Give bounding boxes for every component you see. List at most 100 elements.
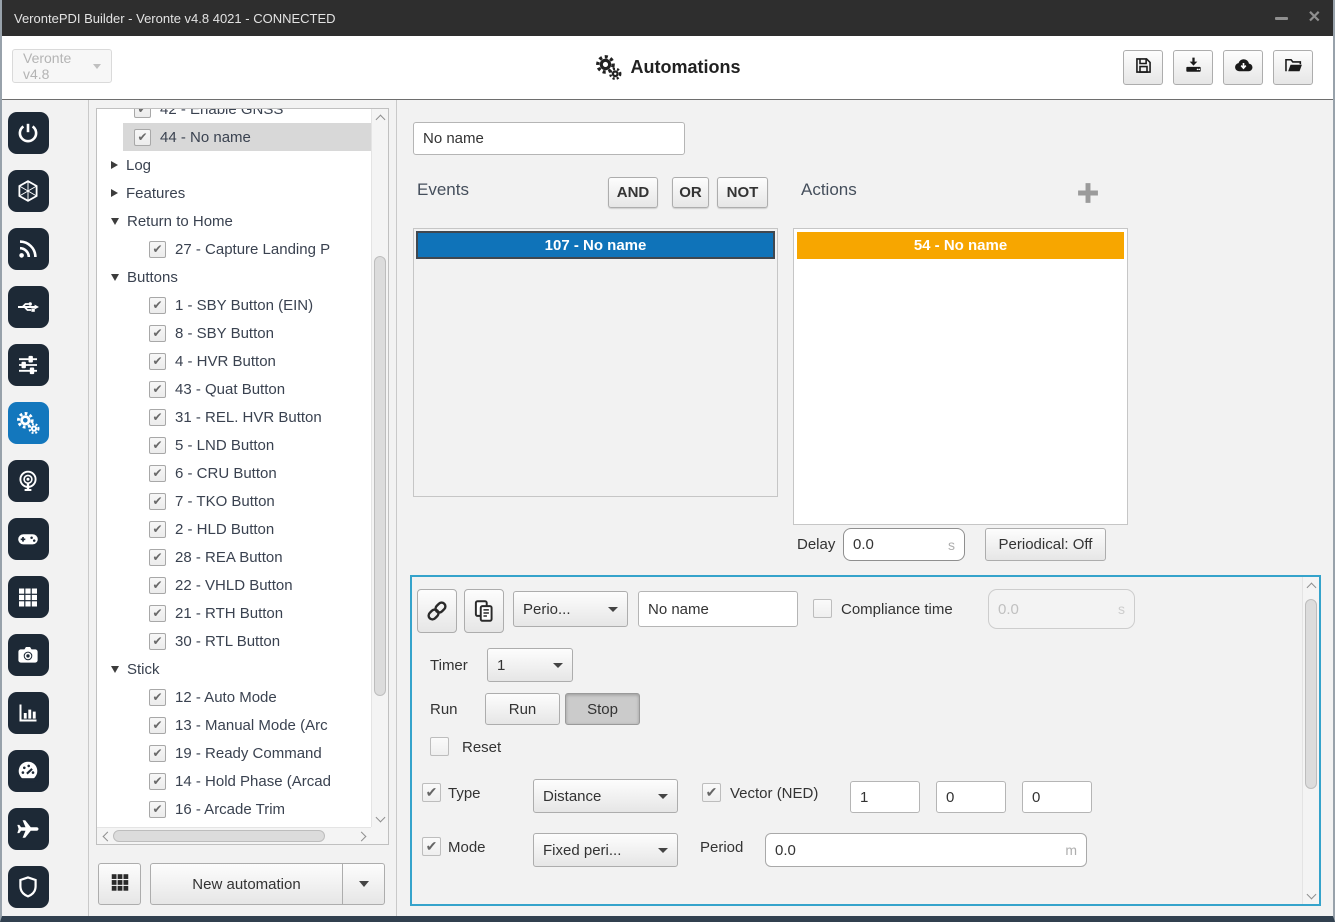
scroll-right-button[interactable] <box>354 828 371 845</box>
tree-item[interactable]: ✔ 42 - Enable GNSS <box>97 109 371 123</box>
vector-ned-input-1[interactable] <box>936 781 1006 813</box>
sidebar-item-gauge[interactable] <box>7 750 49 792</box>
sidebar-item-sliders[interactable] <box>7 344 49 386</box>
sidebar-item-plane[interactable] <box>7 808 49 850</box>
compliance-time-checkbox[interactable] <box>813 599 832 618</box>
scroll-up-button[interactable] <box>1303 577 1320 594</box>
delay-value-input[interactable] <box>853 536 944 553</box>
checkbox[interactable]: ✔ <box>149 408 166 426</box>
checkbox[interactable]: ✔ <box>149 380 166 398</box>
and-operator-button[interactable]: AND <box>608 177 658 208</box>
expand-arrow-icon[interactable] <box>111 161 118 169</box>
checkbox[interactable]: ✔ <box>149 604 166 622</box>
checkbox[interactable]: ✔ <box>149 772 166 790</box>
tree-item[interactable]: ✔ 22 - VHLD Button <box>97 571 371 599</box>
reset-checkbox[interactable] <box>430 737 449 756</box>
vector-ned-input-2[interactable] <box>1022 781 1092 813</box>
tree-item[interactable]: ✔ 4 - HVR Button <box>97 347 371 375</box>
tree-item[interactable]: ✔ 1 - SBY Button (EIN) <box>97 291 371 319</box>
sidebar-item-power[interactable] <box>7 112 49 154</box>
checkbox[interactable]: ✔ <box>149 632 166 650</box>
scrollbar-thumb[interactable] <box>113 830 325 842</box>
tree-item[interactable]: ✔ 27 - Capture Landing P <box>97 235 371 263</box>
checkbox[interactable]: ✔ <box>149 464 166 482</box>
sidebar-item-automations-gears[interactable] <box>7 402 49 444</box>
tree-item[interactable]: ✔ 16 - Arcade Trim <box>97 795 371 823</box>
tree-item[interactable]: ✔ 2 - HLD Button <box>97 515 371 543</box>
new-automation-button[interactable]: New automation <box>150 863 343 905</box>
scroll-down-button[interactable] <box>1303 887 1320 904</box>
tree-item[interactable]: ✔ 6 - CRU Button <box>97 459 371 487</box>
checkbox[interactable]: ✔ <box>149 800 166 818</box>
tree-item[interactable]: ✔ 14 - Hold Phase (Arcad <box>97 767 371 795</box>
checkbox[interactable]: ✔ <box>149 352 166 370</box>
save-button[interactable] <box>1123 50 1163 85</box>
checkbox[interactable]: ✔ <box>149 240 166 258</box>
or-operator-button[interactable]: OR <box>672 177 709 208</box>
sidebar-item-camera[interactable] <box>7 634 49 676</box>
checkbox[interactable]: ✔ <box>149 744 166 762</box>
tree-group-return-to-home[interactable]: Return to Home <box>97 207 371 235</box>
sidebar-item-usb[interactable] <box>7 286 49 328</box>
checkbox[interactable]: ✔ <box>149 576 166 594</box>
sidebar-item-chart[interactable] <box>7 692 49 734</box>
tree-group-buttons[interactable]: Buttons <box>97 263 371 291</box>
vertical-scrollbar[interactable] <box>371 109 388 827</box>
stop-button[interactable]: Stop <box>565 693 640 725</box>
scroll-left-button[interactable] <box>97 828 114 845</box>
tree-item[interactable]: ✔ 44 - No name <box>97 123 371 151</box>
tree-item[interactable]: ✔ 19 - Ready Command <box>97 739 371 767</box>
open-folder-button[interactable] <box>1273 50 1313 85</box>
tree-item[interactable]: ✔ 7 - TKO Button <box>97 487 371 515</box>
device-selector[interactable]: Veronte v4.8 <box>12 49 112 83</box>
horizontal-scrollbar[interactable] <box>97 827 371 844</box>
event-item[interactable]: 107 - No name <box>416 231 775 259</box>
link-action-button[interactable] <box>417 589 457 633</box>
sidebar-item-gamepad[interactable] <box>7 518 49 560</box>
scroll-up-button[interactable] <box>372 109 389 126</box>
editor-scrollbar[interactable] <box>1302 577 1319 904</box>
vector-ned-checkbox[interactable]: ✔ <box>702 783 721 802</box>
checkbox[interactable]: ✔ <box>149 716 166 734</box>
tree-item[interactable]: ✔ 12 - Auto Mode <box>97 683 371 711</box>
checkbox[interactable]: ✔ <box>149 324 166 342</box>
timer-dropdown[interactable]: 1 <box>487 648 573 682</box>
sidebar-item-signal[interactable] <box>7 228 49 270</box>
tree-item[interactable]: ✔ 13 - Manual Mode (Arc <box>97 711 371 739</box>
close-icon[interactable]: ✕ <box>1308 10 1321 26</box>
type-checkbox[interactable]: ✔ <box>422 783 441 802</box>
tree-item[interactable]: ✔ 28 - REA Button <box>97 543 371 571</box>
automation-grid-view-button[interactable] <box>98 863 141 905</box>
action-name-input[interactable] <box>638 591 798 627</box>
tree-group-stick[interactable]: Stick <box>97 655 371 683</box>
sidebar-item-podcast[interactable] <box>7 460 49 502</box>
vector-ned-input-0[interactable] <box>850 781 920 813</box>
collapse-arrow-icon[interactable] <box>111 217 119 225</box>
mode-dropdown[interactable]: Fixed peri... <box>533 833 678 867</box>
tree-item[interactable]: ✔ 43 - Quat Button <box>97 375 371 403</box>
type-dropdown[interactable]: Distance <box>533 779 678 813</box>
sidebar-item-shield[interactable] <box>7 866 49 908</box>
not-operator-button[interactable]: NOT <box>717 177 768 208</box>
tree-item[interactable]: ✔ 5 - LND Button <box>97 431 371 459</box>
tree-item[interactable]: ✔ 31 - REL. HVR Button <box>97 403 371 431</box>
compliance-time-value-input[interactable] <box>998 600 1114 618</box>
copy-action-button[interactable] <box>464 589 504 633</box>
period-value-input[interactable] <box>775 841 1062 859</box>
action-item[interactable]: 54 - No name <box>797 232 1124 259</box>
tree-item[interactable]: ✔ 8 - SBY Button <box>97 319 371 347</box>
add-action-button[interactable] <box>1073 178 1103 208</box>
import-button[interactable] <box>1173 50 1213 85</box>
periodical-toggle-button[interactable]: Periodical: Off <box>985 528 1106 561</box>
mode-checkbox[interactable]: ✔ <box>422 837 441 856</box>
new-automation-dropdown-button[interactable] <box>342 863 385 905</box>
sidebar-item-network[interactable] <box>7 170 49 212</box>
checkbox[interactable]: ✔ <box>149 436 166 454</box>
checkbox[interactable]: ✔ <box>134 128 151 146</box>
tree-group-features[interactable]: Features <box>97 179 371 207</box>
minimize-icon[interactable] <box>1274 16 1288 20</box>
run-button[interactable]: Run <box>485 693 560 725</box>
cloud-download-button[interactable] <box>1223 50 1263 85</box>
tree-item[interactable]: ✔ 21 - RTH Button <box>97 599 371 627</box>
scrollbar-thumb[interactable] <box>1305 599 1317 789</box>
